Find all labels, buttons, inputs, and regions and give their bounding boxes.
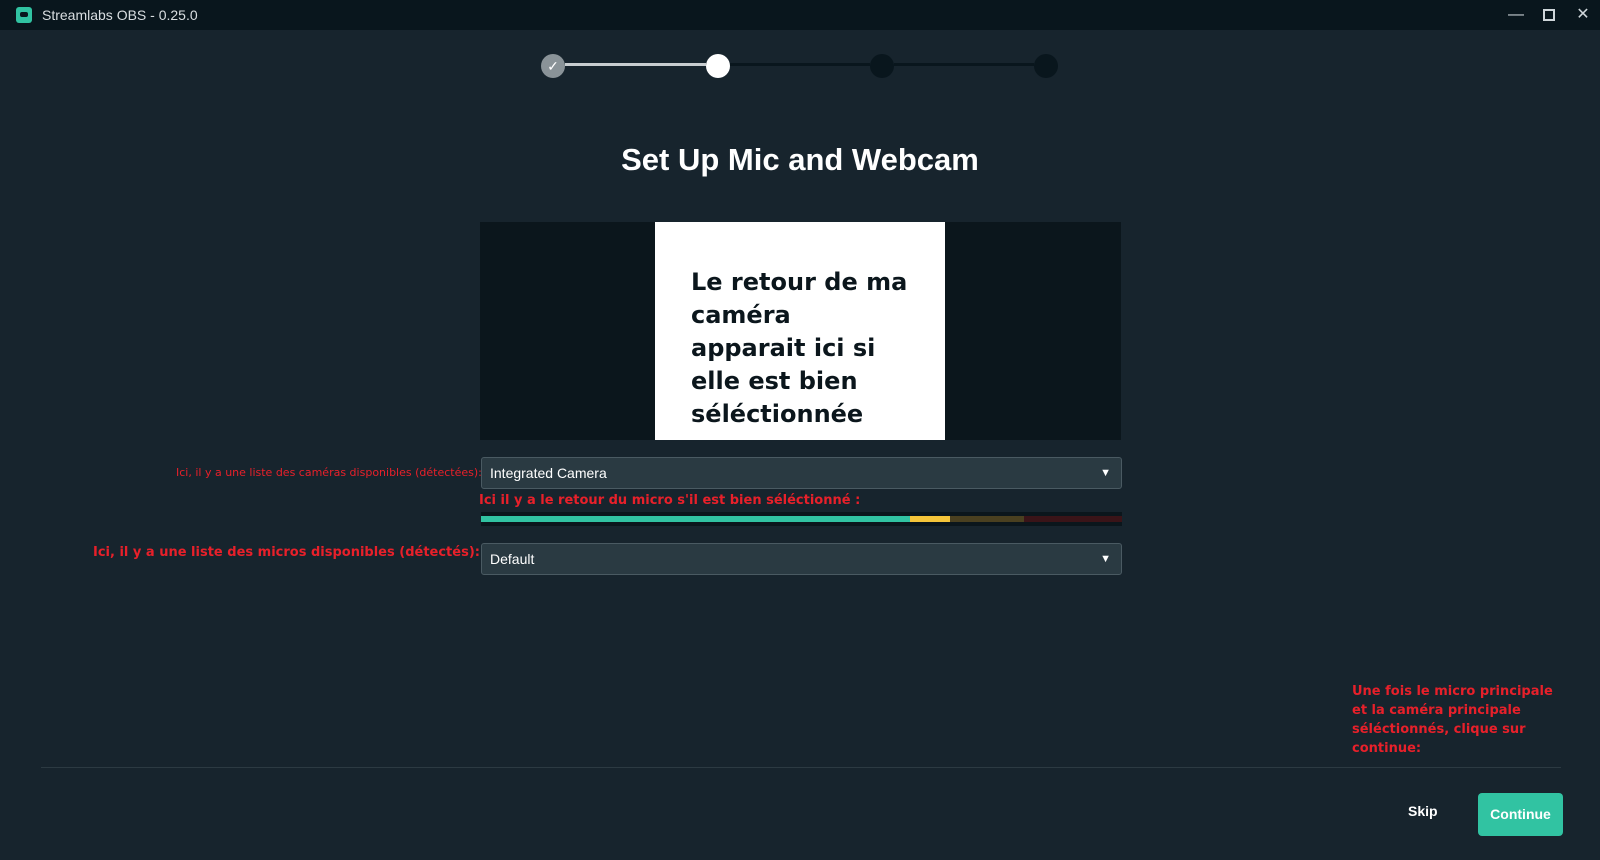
annotation-mic-level: Ici il y a le retour du micro s'il est b… — [479, 493, 861, 508]
page-title: Set Up Mic and Webcam — [621, 142, 979, 177]
step-completed-check-icon: ✓ — [541, 54, 565, 78]
webcam-preview: Le retour de ma caméra apparait ici si e… — [480, 222, 1121, 440]
microphone-select-value: Default — [490, 551, 535, 567]
close-icon[interactable]: ✕ — [1572, 4, 1594, 26]
annotation-continue-hint: Une fois le micro principale et la camér… — [1352, 684, 1553, 756]
streamlabs-logo-icon — [16, 7, 32, 23]
camera-select[interactable]: Integrated Camera ▼ — [481, 457, 1122, 489]
mic-level-track-danger — [1024, 516, 1122, 522]
continue-button[interactable]: Continue — [1478, 793, 1563, 836]
chevron-down-icon: ▼ — [1100, 467, 1111, 479]
skip-button[interactable]: Skip — [1408, 803, 1438, 819]
step-upcoming — [1034, 54, 1058, 78]
mic-level-fill — [481, 516, 910, 522]
mic-level-meter — [481, 512, 1122, 526]
footer-divider — [41, 767, 1561, 768]
window-title: Streamlabs OBS - 0.25.0 — [42, 7, 198, 23]
mic-level-peak — [910, 516, 950, 522]
preview-overlay-text: Le retour de ma caméra apparait ici si e… — [655, 222, 945, 440]
microphone-select[interactable]: Default ▼ — [481, 543, 1122, 575]
annotation-camera-list: Ici, il y a une liste des caméras dispon… — [176, 466, 482, 479]
maximize-icon[interactable] — [1538, 4, 1560, 26]
chevron-down-icon: ▼ — [1100, 553, 1111, 565]
stepper-connector-completed — [565, 63, 706, 66]
camera-select-value: Integrated Camera — [490, 465, 607, 481]
annotation-mic-list: Ici, il y a une liste des micros disponi… — [93, 545, 480, 560]
stepper-connector — [894, 63, 1034, 66]
step-current — [706, 54, 730, 78]
minimize-icon[interactable]: — — [1505, 4, 1527, 26]
mic-level-track-warning — [950, 516, 1024, 522]
step-upcoming — [870, 54, 894, 78]
stepper-connector — [730, 63, 870, 66]
title-bar: Streamlabs OBS - 0.25.0 — ✕ — [0, 0, 1600, 30]
